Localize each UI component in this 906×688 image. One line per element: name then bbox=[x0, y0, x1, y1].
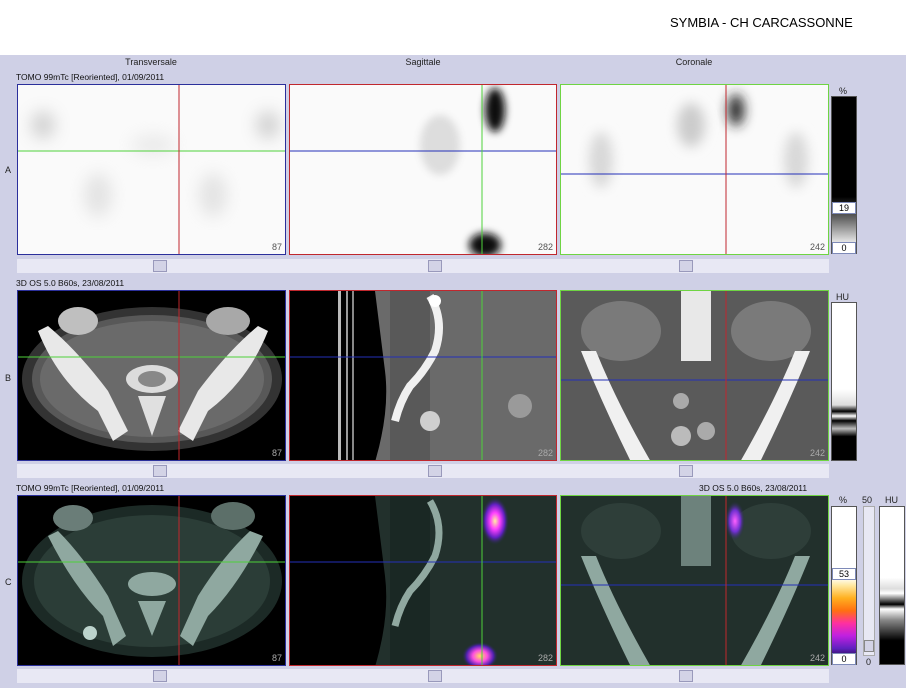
viewport-c-coronal[interactable]: 242 bbox=[560, 495, 829, 666]
slice-number-b-coronal: 242 bbox=[809, 448, 825, 458]
colorbar-a-unit: % bbox=[839, 86, 848, 96]
viewport-a-coronal[interactable]: 242 bbox=[560, 84, 829, 255]
institution-title: SYMBIA - CH CARCASSONNE bbox=[670, 15, 853, 30]
scroll-thumb-b-coronal[interactable] bbox=[679, 465, 693, 477]
viewport-b-transversal[interactable]: 87 bbox=[17, 290, 286, 461]
colorbar-c-unit-left: % bbox=[839, 495, 848, 505]
viewport-c-sagittal[interactable]: 282 bbox=[289, 495, 557, 666]
viewport-b-sagittal[interactable]: 282 bbox=[289, 290, 557, 461]
column-header-sagittal: Sagittale bbox=[405, 57, 441, 67]
scroll-thumb-b-sagittal[interactable] bbox=[428, 465, 442, 477]
colorbar-c-unit-right: HU bbox=[885, 495, 898, 505]
row-c-info-right: 3D OS 5.0 B60s, 23/08/2011 bbox=[699, 483, 808, 493]
row-a-info: TOMO 99mTc [Reoriented], 01/09/2011 bbox=[16, 72, 165, 82]
slice-number-c-sagittal: 282 bbox=[537, 653, 553, 663]
viewport-c-transversal[interactable]: 87 bbox=[17, 495, 286, 666]
blend-slider-knob[interactable] bbox=[864, 640, 874, 652]
blend-slider[interactable] bbox=[863, 506, 875, 656]
scroll-thumb-c-transversal[interactable] bbox=[153, 670, 167, 682]
slice-number-c-transversal: 87 bbox=[271, 653, 282, 663]
slice-number-b-transversal: 87 bbox=[271, 448, 282, 458]
scrollbar-b[interactable] bbox=[17, 464, 829, 478]
slice-number-a-coronal: 242 bbox=[809, 242, 825, 252]
colorbar-c-mid-label: 50 bbox=[862, 495, 873, 505]
slice-number-a-transversal: 87 bbox=[271, 242, 282, 252]
slice-number-c-coronal: 242 bbox=[809, 653, 825, 663]
colorbar-c-bottom-value[interactable]: 0 bbox=[832, 653, 856, 665]
column-header-coronal: Coronale bbox=[675, 57, 713, 67]
colorbar-a-top-value[interactable]: 19 bbox=[832, 202, 856, 214]
colorbar-b-unit: HU bbox=[836, 292, 849, 302]
column-header-transversal: Transversale bbox=[125, 57, 177, 67]
slice-number-a-sagittal: 282 bbox=[537, 242, 553, 252]
viewport-a-transversal[interactable]: 87 bbox=[17, 84, 286, 255]
scroll-thumb-a-coronal[interactable] bbox=[679, 260, 693, 272]
colorbar-a[interactable] bbox=[831, 96, 857, 254]
header-bar: SYMBIA - CH CARCASSONNE bbox=[0, 0, 906, 55]
colorbar-b[interactable] bbox=[831, 302, 857, 461]
viewport-b-coronal[interactable]: 242 bbox=[560, 290, 829, 461]
colorbar-c-top-value[interactable]: 53 bbox=[832, 568, 856, 580]
slice-number-b-sagittal: 282 bbox=[537, 448, 553, 458]
row-c-info-left: TOMO 99mTc [Reoriented], 01/09/2011 bbox=[16, 483, 165, 493]
row-b-letter: B bbox=[5, 373, 12, 383]
scroll-thumb-a-transversal[interactable] bbox=[153, 260, 167, 272]
colorbar-c-low-label: 0 bbox=[866, 657, 872, 667]
scroll-thumb-c-coronal[interactable] bbox=[679, 670, 693, 682]
viewport-a-sagittal[interactable]: 282 bbox=[289, 84, 557, 255]
scroll-thumb-c-sagittal[interactable] bbox=[428, 670, 442, 682]
row-b-info: 3D OS 5.0 B60s, 23/08/2011 bbox=[16, 278, 125, 288]
colorbar-a-bottom-value[interactable]: 0 bbox=[832, 242, 856, 254]
row-c-letter: C bbox=[5, 577, 12, 587]
row-a-letter: A bbox=[5, 165, 12, 175]
scroll-thumb-a-sagittal[interactable] bbox=[428, 260, 442, 272]
colorbar-c-pet[interactable] bbox=[831, 506, 857, 665]
scrollbar-c[interactable] bbox=[17, 669, 829, 683]
colorbar-c-ct[interactable] bbox=[879, 506, 905, 665]
scrollbar-a[interactable] bbox=[17, 259, 829, 273]
scroll-thumb-b-transversal[interactable] bbox=[153, 465, 167, 477]
